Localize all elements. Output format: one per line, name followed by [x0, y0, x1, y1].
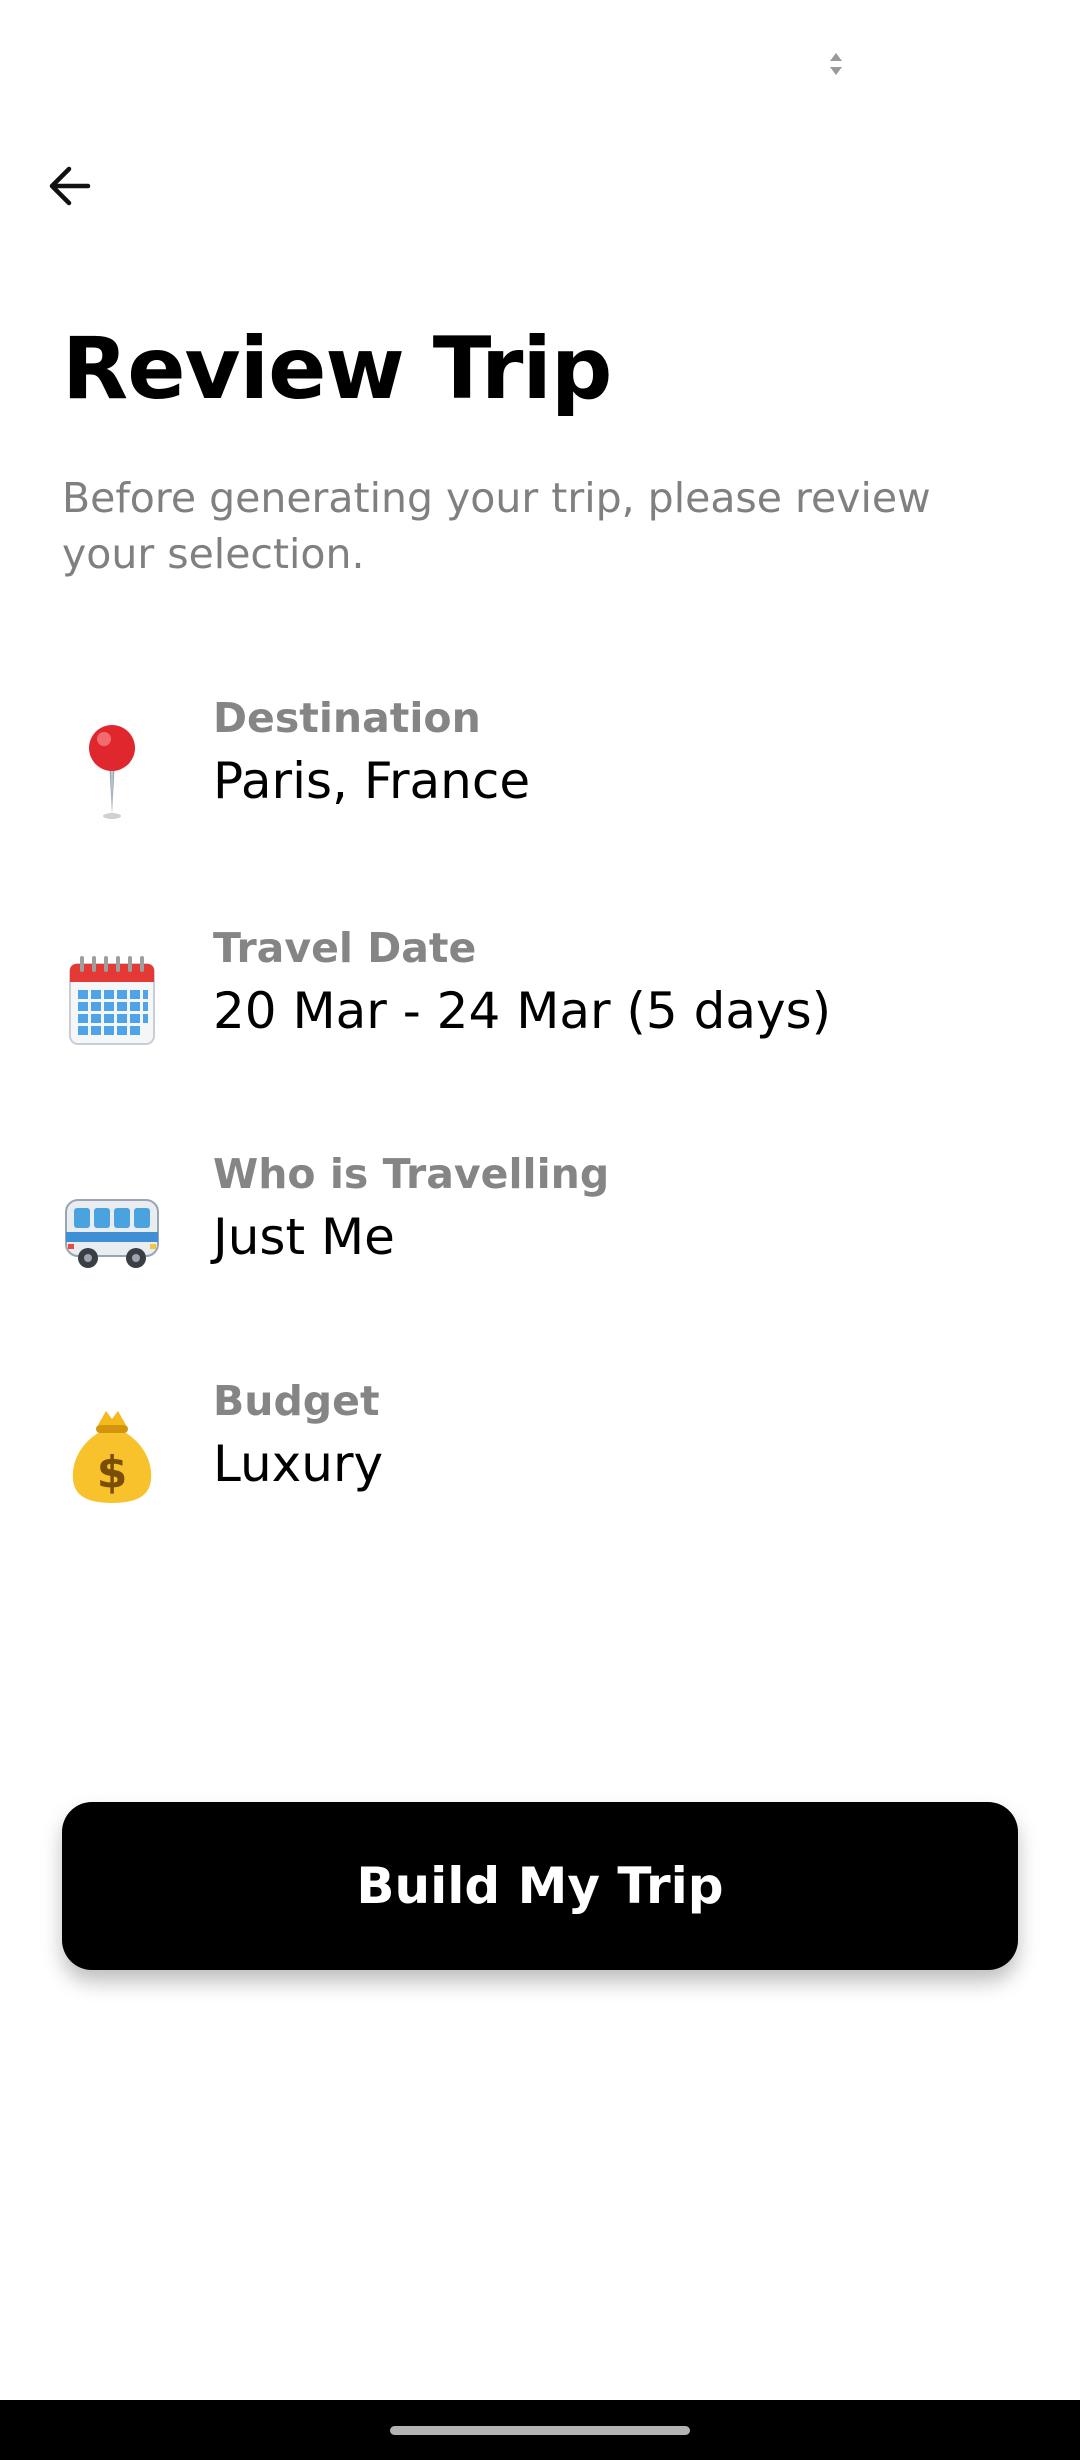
- review-item-destination: Destination Paris, France: [0, 680, 1080, 850]
- sort-arrows-icon: [830, 53, 842, 75]
- home-gesture-handle[interactable]: [390, 2426, 690, 2435]
- review-item-budget: $ Budget Luxury: [0, 1367, 1080, 1537]
- svg-text:$: $: [97, 1447, 128, 1498]
- page-subtitle: Before generating your trip, please revi…: [62, 474, 931, 578]
- page-title: Review Trip: [62, 319, 612, 419]
- travellers-value: Just Me: [213, 1208, 395, 1266]
- bus-emoji-icon: [65, 1199, 159, 1268]
- travel-date-value: 20 Mar - 24 Mar (5 days): [213, 982, 832, 1040]
- back-button[interactable]: [34, 150, 106, 222]
- calendar-emoji-icon: [69, 956, 155, 1045]
- review-item-travellers: Who is Travelling Just Me: [0, 1138, 1080, 1308]
- travel-date-label: Travel Date: [213, 924, 477, 972]
- build-my-trip-label: Build My Trip: [356, 1857, 724, 1915]
- budget-label: Budget: [213, 1377, 380, 1425]
- map-pin-emoji-icon: [89, 725, 135, 819]
- destination-value: Paris, France: [213, 752, 531, 810]
- travellers-label: Who is Travelling: [213, 1150, 610, 1198]
- review-item-travel-date: Travel Date 20 Mar - 24 Mar (5 days): [0, 910, 1080, 1080]
- destination-label: Destination: [213, 694, 481, 742]
- money-bag-emoji-icon: $: [72, 1411, 152, 1503]
- budget-value: Luxury: [213, 1435, 384, 1493]
- arrow-left-icon: [49, 166, 91, 206]
- build-my-trip-button[interactable]: Build My Trip: [62, 1802, 1018, 1970]
